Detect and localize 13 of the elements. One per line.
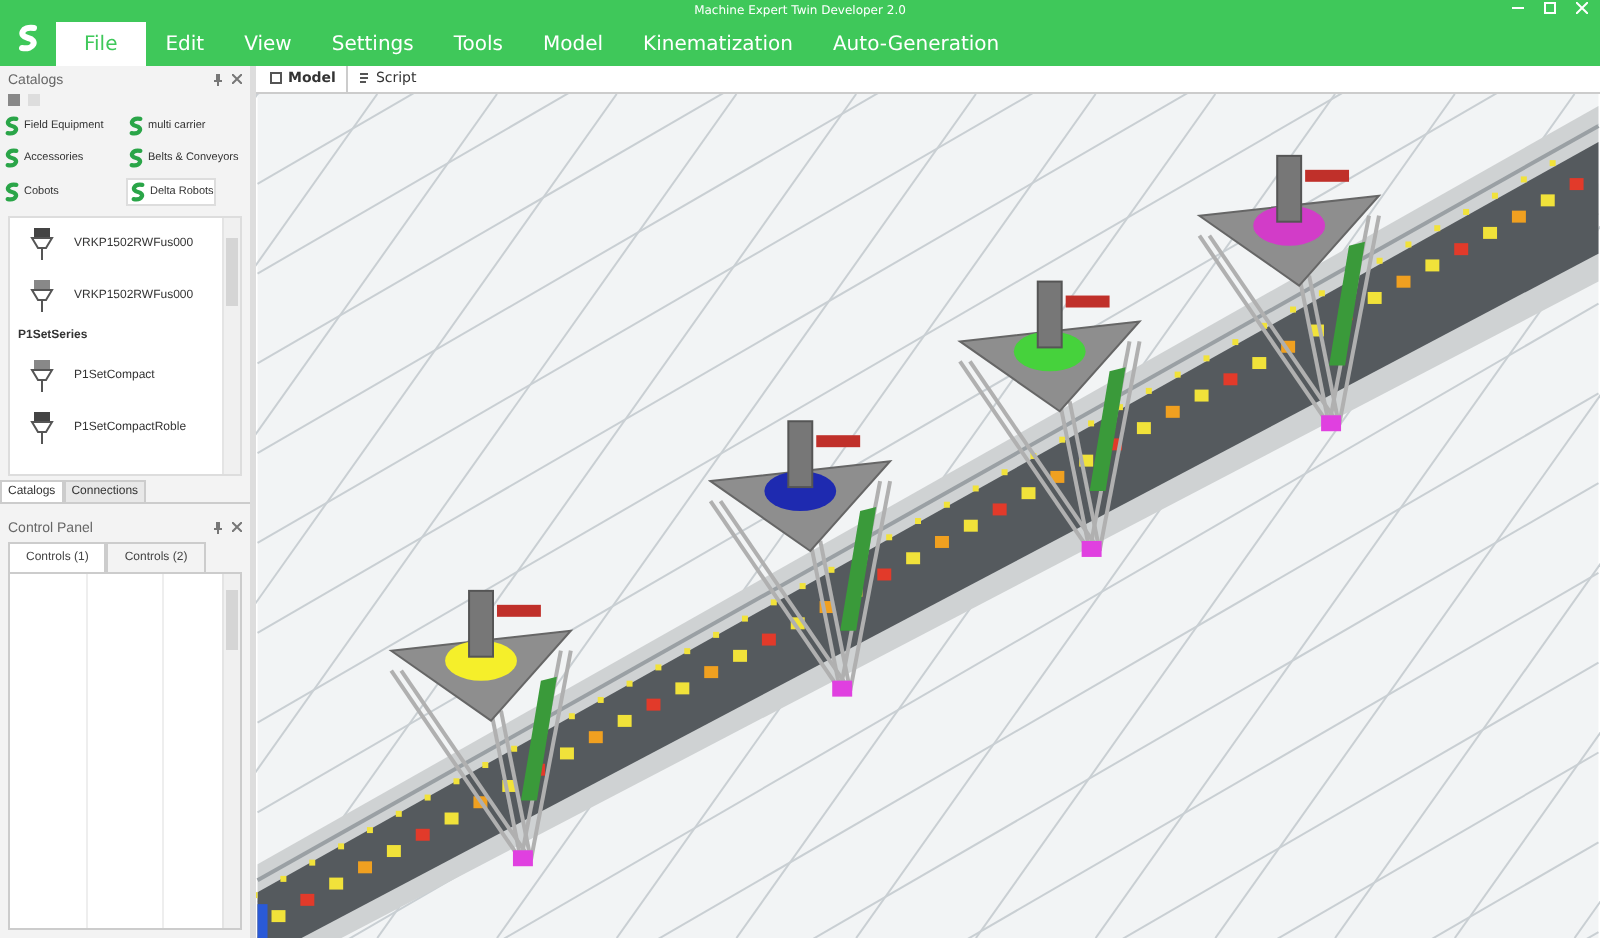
robot-icon — [30, 358, 54, 394]
minimize-icon[interactable] — [1512, 2, 1524, 14]
robot-icon — [30, 226, 54, 262]
scrollbar[interactable] — [222, 574, 240, 928]
script-icon — [357, 72, 370, 85]
pin-icon[interactable] — [214, 74, 222, 86]
close-icon[interactable] — [232, 74, 242, 84]
robot-icon — [30, 278, 54, 314]
close-icon[interactable] — [232, 522, 242, 532]
maximize-icon[interactable] — [1544, 2, 1556, 14]
pin-icon[interactable] — [214, 522, 222, 534]
scrollbar[interactable] — [222, 218, 240, 474]
robot-icon — [30, 410, 54, 446]
